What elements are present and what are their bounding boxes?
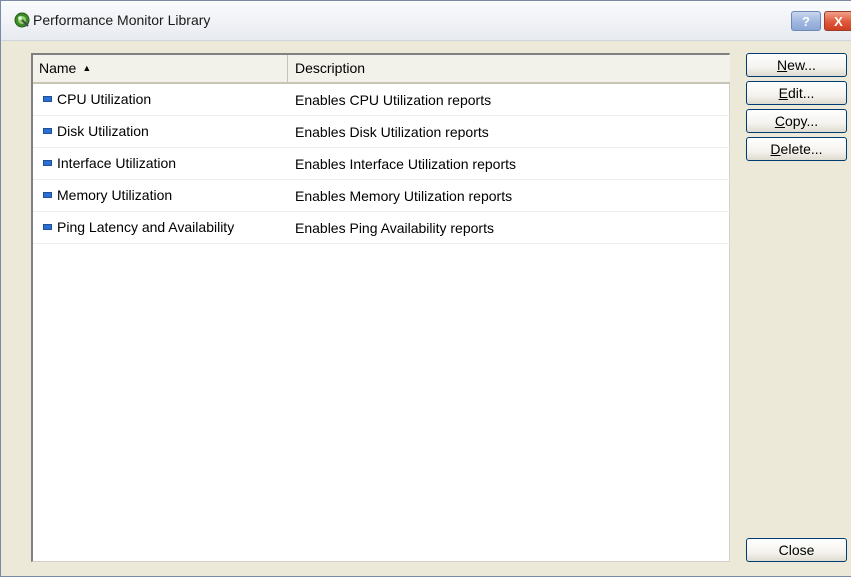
column-header-name-label: Name: [39, 60, 77, 76]
help-button[interactable]: ?: [791, 11, 821, 31]
list-item[interactable]: CPU Utilization Enables CPU Utilization …: [33, 84, 730, 116]
list-item-name: CPU Utilization: [57, 91, 152, 107]
list-item-name-cell: Disk Utilization: [43, 123, 149, 139]
list-item-name: Ping Latency and Availability: [57, 219, 235, 235]
window-close-button[interactable]: X: [824, 11, 851, 31]
column-header-description[interactable]: Description: [289, 55, 730, 82]
edit-button[interactable]: Edit...: [746, 81, 847, 105]
list-item-description: Enables Disk Utilization reports: [295, 124, 489, 140]
list-item-name: Disk Utilization: [57, 123, 149, 139]
list-item-name-cell: CPU Utilization: [43, 91, 151, 107]
list-item-name-cell: Ping Latency and Availability: [43, 219, 234, 235]
monitor-item-icon: [43, 96, 52, 102]
monitor-item-icon: [43, 160, 52, 166]
list-item-name: Memory Utilization: [57, 187, 173, 203]
list-item-name: Interface Utilization: [57, 155, 177, 171]
list-item-description: Enables CPU Utilization reports: [295, 92, 492, 108]
help-icon: ?: [802, 13, 810, 29]
list-body: CPU Utilization Enables CPU Utilization …: [33, 84, 730, 244]
performance-monitor-library-dialog: Performance Monitor Library ? X Name ▲ De…: [0, 0, 851, 577]
close-icon: X: [834, 13, 843, 29]
list-item-description: Enables Memory Utilization reports: [295, 188, 513, 204]
list-item[interactable]: Disk Utilization Enables Disk Utilizatio…: [33, 116, 730, 148]
close-button[interactable]: Close: [746, 538, 847, 562]
monitor-list[interactable]: Name ▲ Description CPU Utilization Enable…: [31, 53, 730, 562]
list-item-name-cell: Memory Utilization: [43, 187, 172, 203]
copy-button[interactable]: Copy...: [746, 109, 847, 133]
list-item-name-cell: Interface Utilization: [43, 155, 176, 171]
window-title: Performance Monitor Library: [33, 12, 211, 28]
delete-button[interactable]: Delete...: [746, 137, 847, 161]
list-item[interactable]: Memory Utilization Enables Memory Utiliz…: [33, 180, 730, 212]
column-header-description-label: Description: [295, 60, 366, 76]
performance-monitor-icon: [14, 12, 30, 28]
list-item-description: Enables Interface Utilization reports: [295, 156, 516, 172]
monitor-item-icon: [43, 192, 52, 198]
monitor-item-icon: [43, 224, 52, 230]
column-header-name[interactable]: Name ▲: [33, 55, 288, 82]
list-item[interactable]: Ping Latency and Availability Enables Pi…: [33, 212, 730, 244]
list-item[interactable]: Interface Utilization Enables Interface …: [33, 148, 730, 180]
title-bar: Performance Monitor Library ? X: [1, 1, 851, 41]
list-item-description: Enables Ping Availability reports: [295, 220, 494, 236]
list-header: Name ▲ Description: [33, 55, 730, 84]
new-button[interactable]: New...: [746, 53, 847, 77]
monitor-item-icon: [43, 128, 52, 134]
sort-ascending-icon: ▲: [82, 63, 92, 73]
